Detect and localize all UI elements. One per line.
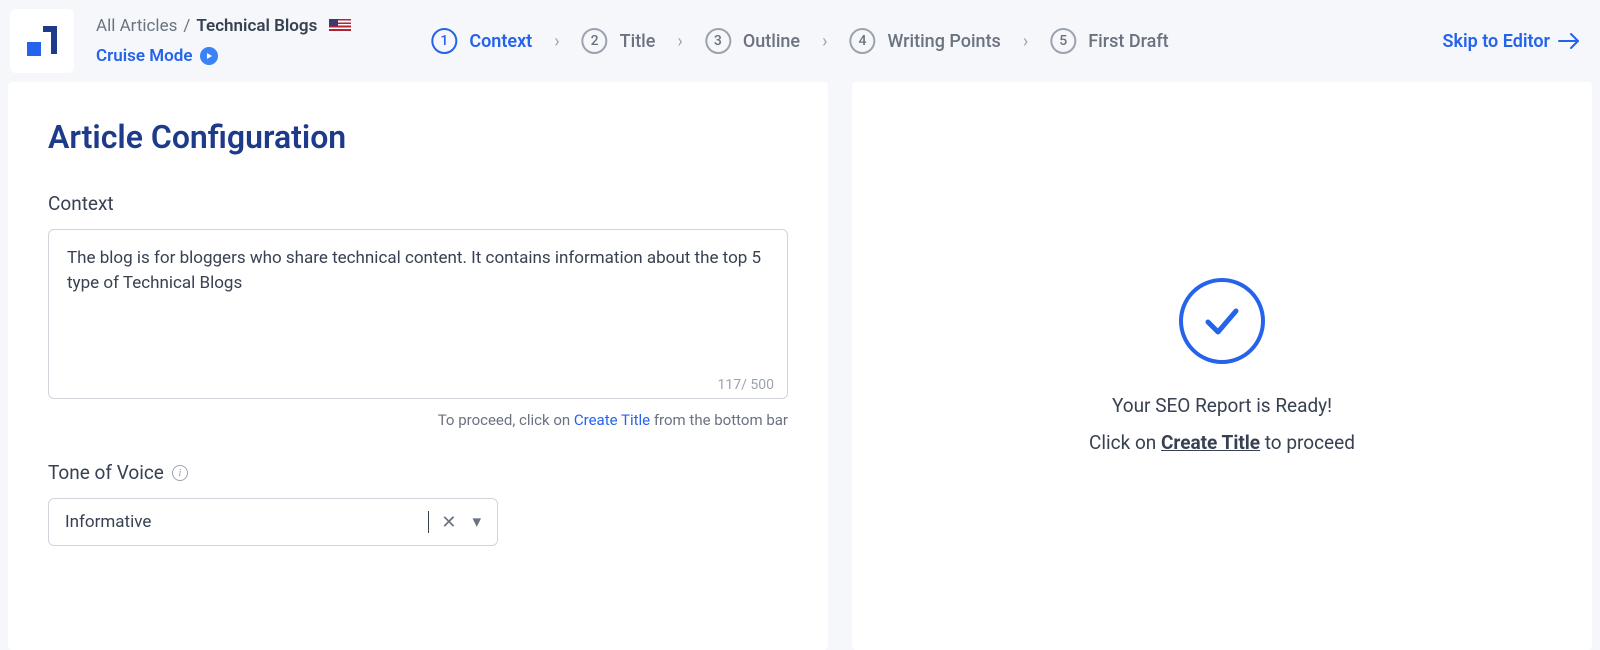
step-writing-points[interactable]: 4 Writing Points [849, 28, 1000, 54]
breadcrumb: All Articles / Technical Blogs [96, 16, 351, 36]
step-num: 2 [582, 28, 608, 54]
step-num: 4 [849, 28, 875, 54]
seo-proceed-prefix: Click on [1089, 431, 1161, 454]
chevron-right-icon: › [677, 31, 682, 52]
seo-proceed-text: Click on Create Title to proceed [1089, 431, 1355, 454]
chevron-down-icon[interactable]: ▾ [468, 512, 485, 532]
context-label: Context [48, 192, 788, 215]
tone-label: Tone of Voice i [48, 461, 788, 484]
skip-to-editor-button[interactable]: Skip to Editor [1442, 31, 1580, 52]
hint-prefix: To proceed, click on [438, 411, 574, 429]
chevron-right-icon: › [554, 31, 559, 52]
field-label-text: Context [48, 192, 114, 215]
us-flag-icon [329, 19, 351, 33]
main: Article Configuration Context 117/ 500 T… [0, 82, 1600, 650]
stepper: 1 Context › 2 Title › 3 Outline › 4 Writ… [431, 28, 1168, 54]
seo-proceed-suffix: to proceed [1260, 431, 1355, 454]
hint-link: Create Title [574, 411, 650, 429]
clear-icon[interactable]: ✕ [437, 512, 460, 533]
step-label: Writing Points [887, 31, 1000, 52]
page-title: Article Configuration [48, 118, 788, 156]
context-field-wrapper: 117/ 500 [48, 229, 788, 403]
header: All Articles / Technical Blogs Cruise Mo… [0, 0, 1600, 82]
step-first-draft[interactable]: 5 First Draft [1050, 28, 1168, 54]
char-count: 117/ 500 [718, 377, 774, 393]
step-outline[interactable]: 3 Outline [705, 28, 800, 54]
step-context[interactable]: 1 Context [431, 28, 532, 54]
play-icon [200, 47, 218, 65]
context-hint: To proceed, click on Create Title from t… [48, 411, 788, 429]
step-label: Context [469, 31, 532, 52]
hint-suffix: from the bottom bar [650, 411, 788, 429]
breadcrumb-sep: / [183, 16, 190, 36]
header-left: All Articles / Technical Blogs Cruise Mo… [96, 16, 351, 66]
seo-ready-text: Your SEO Report is Ready! [1112, 394, 1332, 417]
info-icon[interactable]: i [172, 465, 188, 481]
step-label: Outline [743, 31, 800, 52]
step-num: 3 [705, 28, 731, 54]
arrow-right-icon [1558, 32, 1580, 50]
step-label: First Draft [1088, 31, 1168, 52]
cruise-mode-button[interactable]: Cruise Mode [96, 46, 351, 66]
skip-editor-label: Skip to Editor [1442, 31, 1550, 52]
logo-icon [27, 26, 57, 56]
field-label-text: Tone of Voice [48, 461, 164, 484]
create-title-link[interactable]: Create Title [1161, 431, 1260, 454]
chevron-right-icon: › [822, 31, 827, 52]
chevron-right-icon: › [1023, 31, 1028, 52]
breadcrumb-current[interactable]: Technical Blogs [196, 16, 317, 36]
breadcrumb-root[interactable]: All Articles [96, 16, 177, 36]
app-logo[interactable] [10, 9, 74, 73]
step-title[interactable]: 2 Title [582, 28, 656, 54]
step-label: Title [620, 31, 656, 52]
step-num: 5 [1050, 28, 1076, 54]
step-num: 1 [431, 28, 457, 54]
tone-of-voice-select[interactable]: Informative ✕ ▾ [48, 498, 498, 546]
article-config-panel: Article Configuration Context 117/ 500 T… [8, 82, 828, 650]
context-input[interactable] [48, 229, 788, 399]
cruise-mode-label: Cruise Mode [96, 46, 192, 66]
tone-value: Informative [65, 511, 429, 533]
check-circle-icon [1179, 278, 1265, 364]
seo-report-panel: Your SEO Report is Ready! Click on Creat… [852, 82, 1592, 650]
